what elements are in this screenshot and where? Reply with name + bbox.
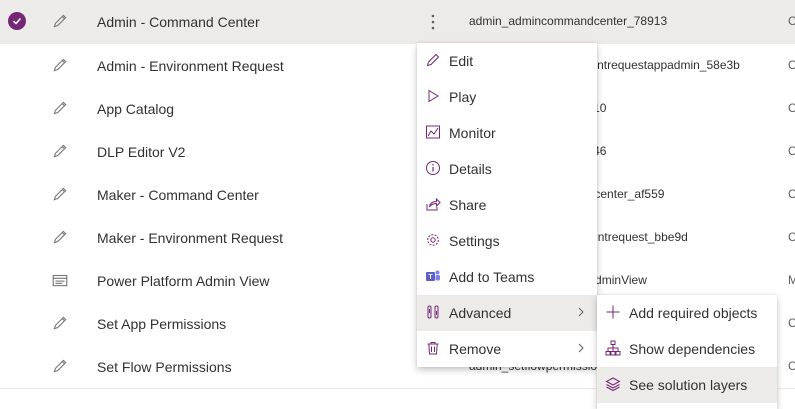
menu-item-label: Edit [449,53,474,69]
submenu-item-see-solution-layers[interactable]: See solution layers [597,367,777,403]
settings-gear-icon [425,232,441,248]
monitor-icon [425,124,441,140]
context-menu: Edit Play Monitor Details Share Settings… [417,43,597,367]
svg-text:T: T [428,274,433,281]
row-name[interactable]: Set App Permissions [97,314,226,334]
row-type-cell: C [788,316,795,330]
row-type-cell: C [788,14,795,28]
menu-item-label: Add to Teams [449,269,535,285]
row-name[interactable]: DLP Editor V2 [97,142,185,162]
pencil-icon [51,314,69,332]
model-driven-app-icon [51,271,69,289]
pencil-icon [51,56,69,74]
row-name[interactable]: Power Platform Admin View [97,271,269,291]
list-row-maker-command-center[interactable]: Maker - Command Center admin_makercomman… [0,173,795,217]
row-type-cell: C [788,359,795,373]
row-name[interactable]: Maker - Command Center [97,185,259,205]
row-type-cell: C [788,58,795,72]
row-selected-check-icon[interactable] [8,12,26,30]
row-name[interactable]: Set Flow Permissions [97,357,232,377]
row-type-cell: C [788,187,795,201]
row-name[interactable]: Maker - Environment Request [97,228,283,248]
chevron-right-icon [575,306,587,318]
menu-item-label: Play [449,89,477,105]
info-icon [425,160,441,176]
pencil-icon [51,99,69,117]
list-row-dlp-editor-v2[interactable]: DLP Editor V2 admin_dlpeditorv2_7c746 C [0,130,795,174]
more-options-icon[interactable] [424,11,442,33]
dependencies-icon [605,340,621,356]
pencil-icon [51,357,69,375]
menu-item-label: Monitor [449,125,496,141]
menu-item-play[interactable]: Play [417,79,597,115]
menu-item-advanced[interactable]: Advanced [417,295,597,331]
submenu-item-show-dependencies[interactable]: Show dependencies [597,331,777,367]
row-type-cell: C [788,230,795,244]
menu-item-label: Details [449,161,492,177]
row-type-cell: M [788,273,795,287]
menu-item-details[interactable]: Details [417,151,597,187]
menu-item-add-to-teams[interactable]: T Add to Teams [417,259,597,295]
row-name[interactable]: Admin - Command Center [97,12,260,32]
list-row-admin-environment-request[interactable]: Admin - Environment Request admin_admine… [0,44,795,88]
add-icon [605,304,621,320]
submenu-item-label: Add required objects [629,305,758,321]
menu-item-share[interactable]: Share [417,187,597,223]
advanced-submenu: Add required objects Show dependencies S… [597,295,777,409]
trash-icon [425,340,441,356]
menu-item-edit[interactable]: Edit [417,43,597,79]
pencil-icon [51,185,69,203]
list-row-app-catalog[interactable]: App Catalog admin_appcatalog_c8210 C [0,87,795,131]
pencil-icon [51,142,69,160]
advanced-tools-icon [425,304,441,320]
pencil-icon [51,12,69,30]
submenu-item-add-required-objects[interactable]: Add required objects [597,295,777,331]
row-schema-name: admin_admincommandcenter_78913 [469,14,668,28]
teams-icon: T [425,268,441,284]
chevron-right-icon [575,342,587,354]
row-name[interactable]: App Catalog [97,99,174,119]
menu-item-monitor[interactable]: Monitor [417,115,597,151]
row-type-cell: C [788,144,795,158]
menu-item-remove[interactable]: Remove [417,331,597,367]
row-name[interactable]: Admin - Environment Request [97,56,284,76]
share-icon [425,196,441,212]
submenu-item-label: See solution layers [629,377,748,393]
list-row-maker-environment-request[interactable]: Maker - Environment Request admin_makere… [0,216,795,260]
layers-icon [605,376,621,392]
menu-item-label: Share [449,197,487,213]
pencil-icon [51,228,69,246]
play-icon [425,88,441,104]
list-row-admin-command-center[interactable]: Admin - Command Center admin_admincomman… [0,0,795,44]
menu-item-label: Advanced [449,305,512,321]
edit-icon [425,52,441,68]
menu-item-settings[interactable]: Settings [417,223,597,259]
menu-item-label: Remove [449,341,502,357]
submenu-item-label: Show dependencies [629,341,756,357]
menu-item-label: Settings [449,233,500,249]
row-type-cell: C [788,101,795,115]
